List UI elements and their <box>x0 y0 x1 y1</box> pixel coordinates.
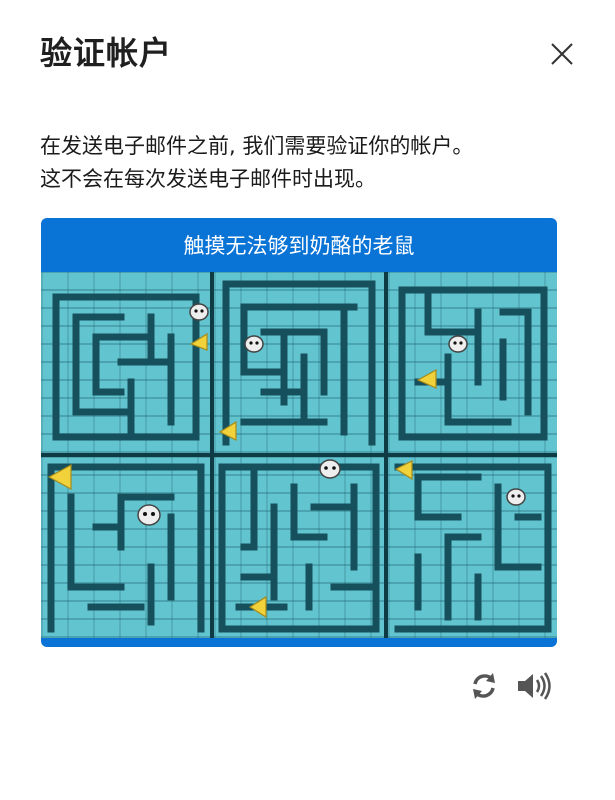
close-icon <box>551 43 573 65</box>
speaker-icon <box>518 672 551 700</box>
refresh-captcha-button[interactable] <box>466 668 502 704</box>
dialog-title: 验证帐户 <box>40 34 173 72</box>
captcha-tile-6[interactable] <box>387 457 557 638</box>
mouse-icon <box>189 303 209 321</box>
mouse-icon <box>319 459 342 479</box>
audio-captcha-button[interactable] <box>514 668 554 704</box>
cheese-icon <box>249 595 267 619</box>
captcha-instruction: 触摸无法够到奶酪的老鼠 <box>183 234 415 258</box>
mouse-icon <box>447 335 468 353</box>
captcha-tile-3[interactable] <box>387 272 557 453</box>
mouse-icon <box>505 488 526 506</box>
captcha-tile-1[interactable] <box>41 272 211 453</box>
refresh-icon <box>473 673 495 699</box>
description-line-2: 这不会在每次发送电子邮件时出现。 <box>40 167 376 191</box>
captcha-tile-2[interactable] <box>214 272 384 453</box>
captcha-tile-5[interactable] <box>214 457 384 638</box>
description-line-1: 在发送电子邮件之前, 我们需要验证你的帐户。 <box>40 134 474 158</box>
captcha-panel: 触摸无法够到奶酪的老鼠 <box>41 218 557 647</box>
close-button[interactable] <box>546 38 578 70</box>
mouse-icon <box>137 504 161 526</box>
mouse-icon <box>244 335 265 353</box>
captcha-tile-4[interactable] <box>41 457 211 638</box>
dialog-description: 在发送电子邮件之前, 我们需要验证你的帐户。 这不会在每次发送电子邮件时出现。 <box>40 130 580 196</box>
verify-account-dialog: 验证帐户 在发送电子邮件之前, 我们需要验证你的帐户。 这不会在每次发送电子邮件… <box>0 0 615 800</box>
captcha-grid <box>41 272 557 638</box>
